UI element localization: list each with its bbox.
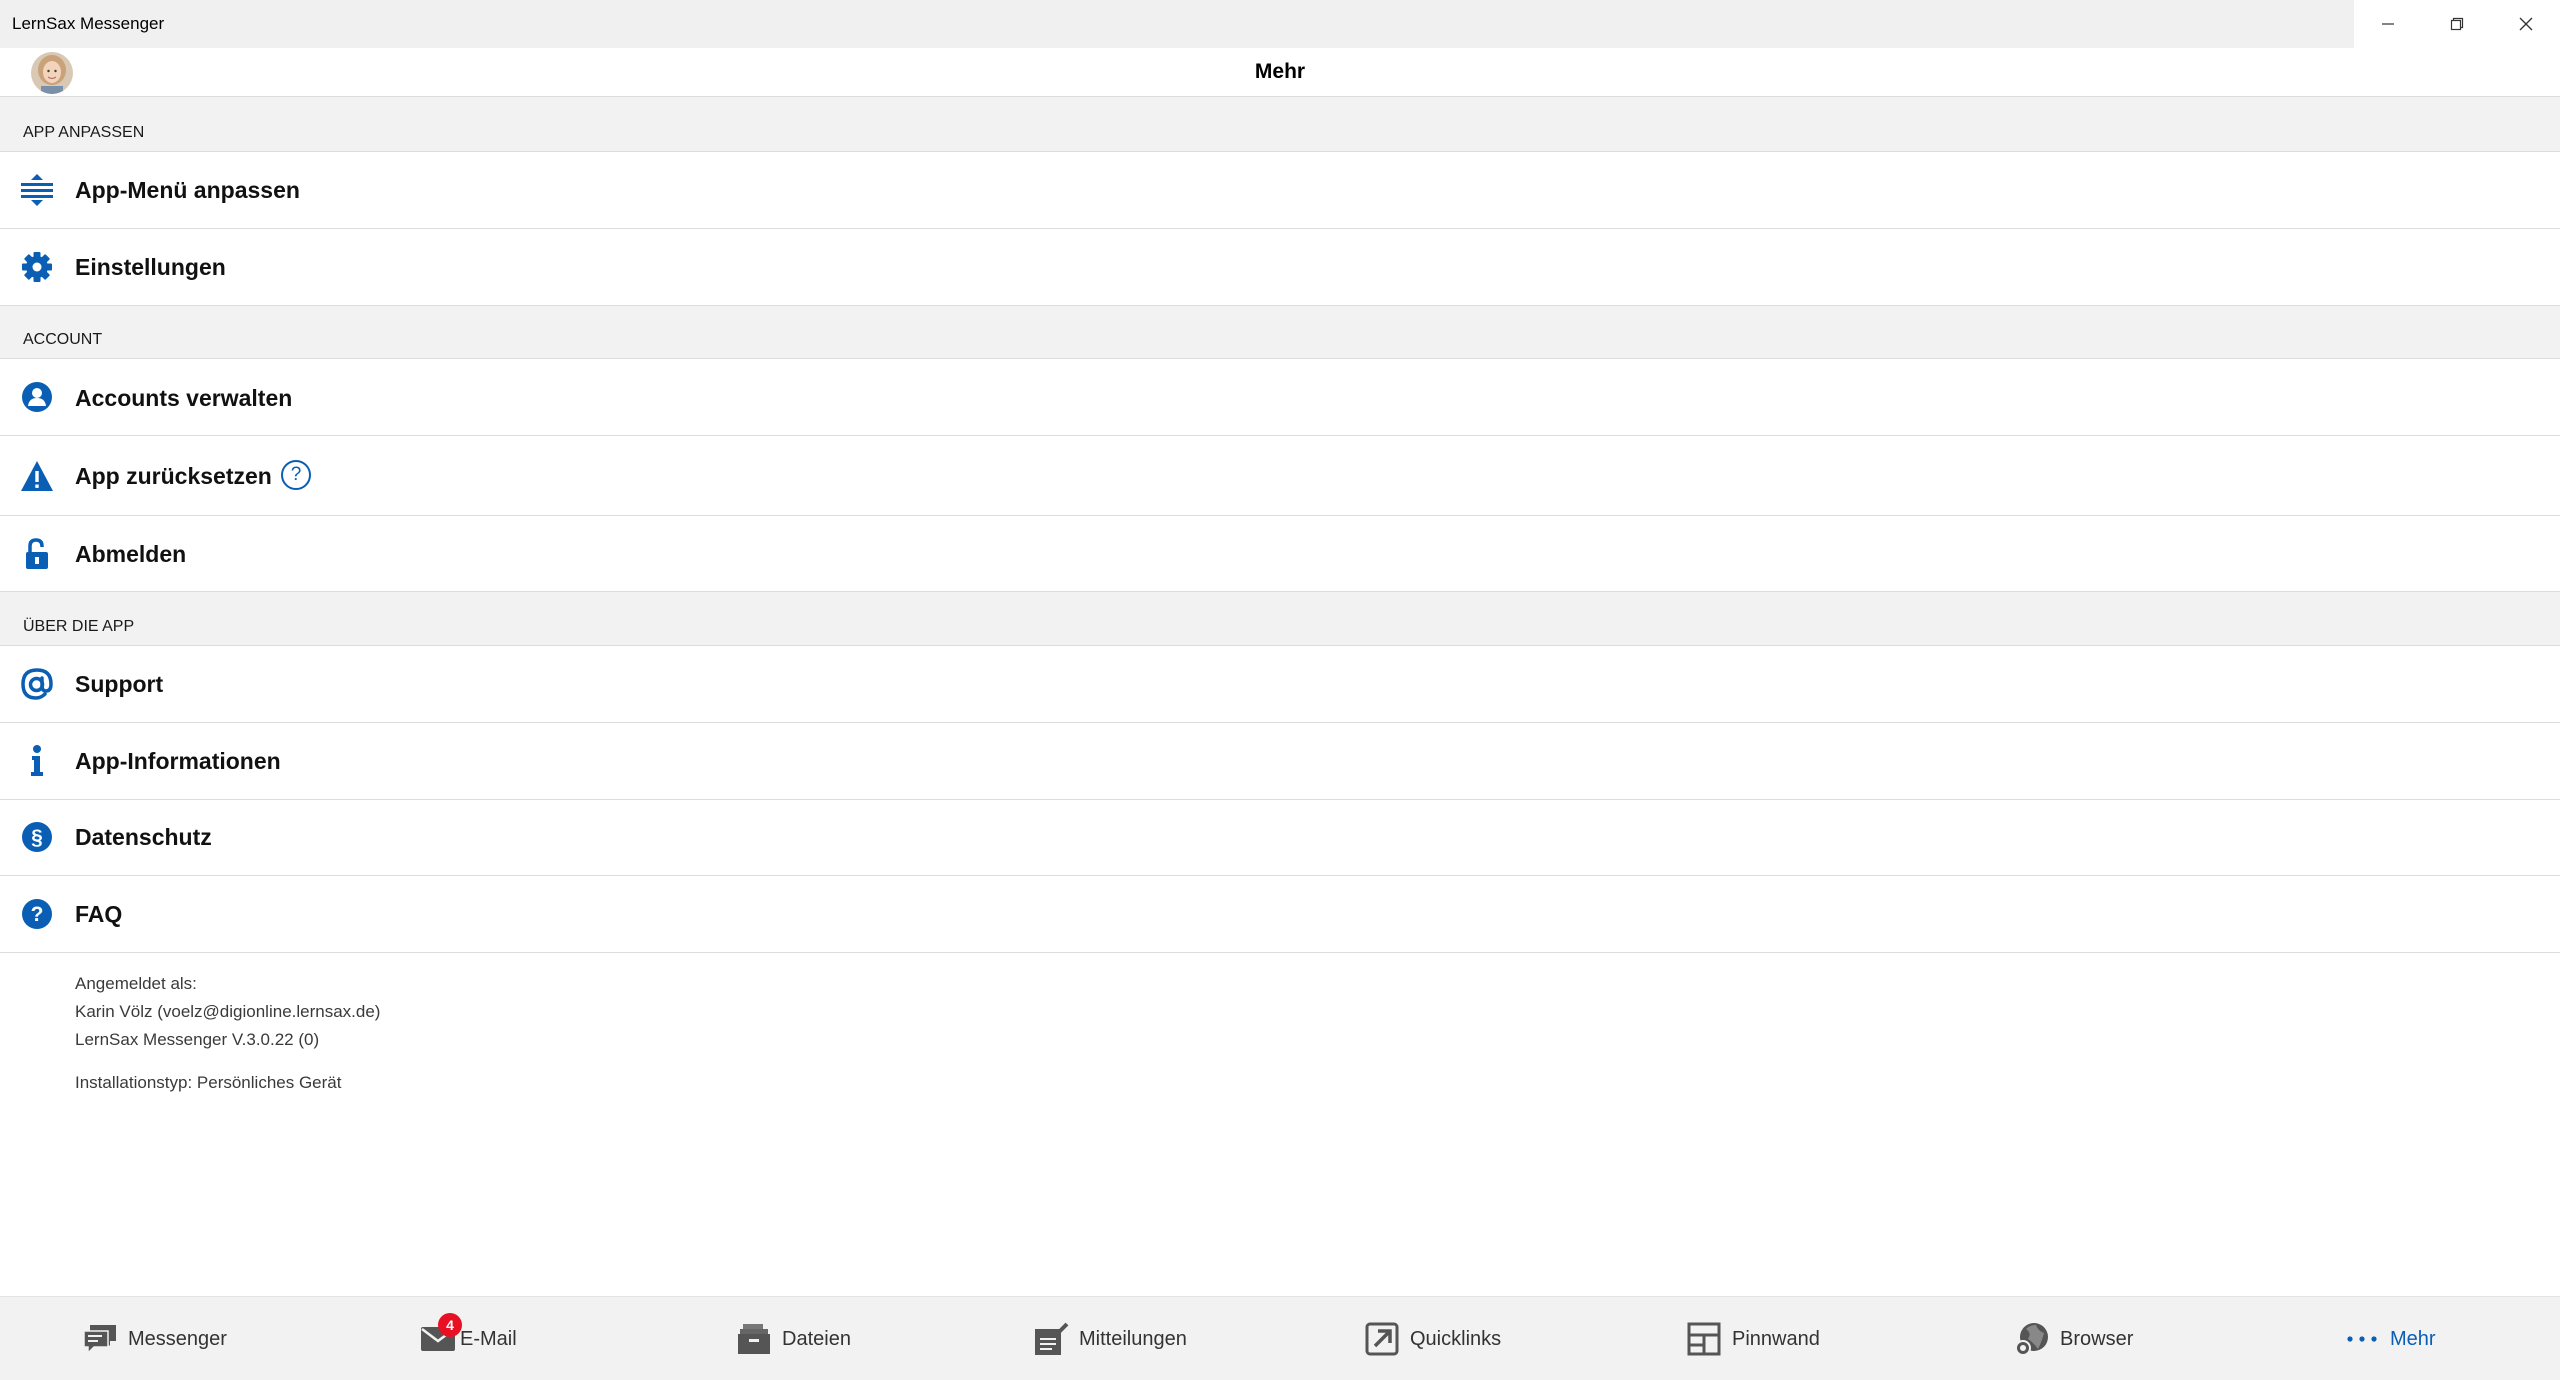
section-header-ueber-die-app: ÜBER DIE APP — [0, 592, 2560, 646]
nav-label: Mitteilungen — [1079, 1327, 1187, 1350]
nav-pinnwand[interactable]: Pinnwand — [1684, 1297, 1820, 1380]
menu-item-app-zuruecksetzen[interactable]: App zurücksetzen ? — [0, 436, 2560, 516]
notes-icon — [1031, 1319, 1071, 1359]
svg-text:?: ? — [31, 903, 44, 926]
question-icon: ? — [19, 896, 55, 932]
nav-quicklinks[interactable]: Quicklinks — [1362, 1297, 1501, 1380]
menu-item-label: App-Informationen — [75, 748, 281, 774]
person-icon — [19, 379, 55, 415]
nav-label: Messenger — [128, 1327, 227, 1350]
restore-button[interactable] — [2423, 0, 2492, 48]
bottom-navigation: Messenger 4 E-Mail Dateien Mitteilungen … — [0, 1296, 2560, 1380]
section-label: ÜBER DIE APP — [23, 618, 135, 635]
menu-item-support[interactable]: Support — [0, 646, 2560, 723]
menu-item-einstellungen[interactable]: Einstellungen — [0, 229, 2560, 306]
warning-icon — [19, 458, 55, 494]
board-icon — [1684, 1319, 1724, 1359]
nav-label: Quicklinks — [1410, 1327, 1502, 1350]
mail-icon: 4 — [418, 1313, 462, 1359]
menu-item-label: Accounts verwalten — [75, 385, 293, 411]
menu-item-label: Einstellungen — [75, 254, 226, 280]
menu-item-datenschutz[interactable]: § Datenschutz — [0, 800, 2560, 876]
menu-item-label: FAQ — [75, 901, 123, 927]
nav-label: Mehr — [2390, 1327, 2436, 1350]
nav-label: Dateien — [782, 1327, 851, 1350]
menu-item-label: Abmelden — [75, 541, 187, 567]
info-icon — [19, 743, 55, 779]
section-label: ACCOUNT — [23, 331, 103, 348]
quicklink-icon — [1362, 1319, 1402, 1359]
version-info: LernSax Messenger V.3.0.22 (0) — [75, 1030, 320, 1049]
svg-text:§: § — [31, 826, 43, 849]
menu-item-accounts-verwalten[interactable]: Accounts verwalten — [0, 359, 2560, 436]
section-label: APP ANPASSEN — [23, 124, 145, 141]
menu-item-abmelden[interactable]: Abmelden — [0, 516, 2560, 592]
user-info: Karin Völz (voelz@digionline.lernsax.de) — [75, 1002, 381, 1021]
page-title: Mehr — [1254, 60, 1306, 83]
nav-label: Browser — [2060, 1327, 2134, 1350]
menu-item-app-menu[interactable]: App-Menü anpassen — [0, 152, 2560, 229]
at-icon — [19, 666, 55, 702]
help-button[interactable]: ? — [281, 460, 311, 490]
close-icon — [2519, 17, 2533, 31]
menu-item-faq[interactable]: ? FAQ — [0, 876, 2560, 953]
menu-item-label: App-Menü anpassen — [75, 177, 300, 203]
gear-icon — [19, 249, 55, 285]
page-header: Mehr — [0, 48, 2560, 97]
unlock-icon — [19, 536, 55, 572]
nav-label: Pinnwand — [1732, 1327, 1820, 1350]
nav-label: E-Mail — [460, 1327, 517, 1350]
more-icon — [2342, 1319, 2382, 1359]
restore-icon — [2450, 17, 2464, 31]
files-icon — [734, 1319, 774, 1359]
title-bar: LernSax Messenger — [0, 0, 2560, 48]
menu-item-app-informationen[interactable]: App-Informationen — [0, 723, 2560, 800]
nav-browser[interactable]: Browser — [2012, 1297, 2133, 1380]
chat-icon — [80, 1319, 120, 1359]
paragraph-icon: § — [19, 819, 55, 855]
menu-item-label: Datenschutz — [75, 824, 212, 850]
unread-badge: 4 — [438, 1313, 462, 1337]
menu-item-label: App zurücksetzen — [75, 463, 272, 489]
nav-email[interactable]: 4 E-Mail — [418, 1297, 517, 1380]
reorder-icon — [19, 172, 55, 208]
nav-mehr[interactable]: Mehr — [2342, 1297, 2436, 1380]
close-button[interactable] — [2491, 0, 2560, 48]
window-controls — [2354, 0, 2560, 48]
nav-mitteilungen[interactable]: Mitteilungen — [1031, 1297, 1187, 1380]
logged-in-label: Angemeldet als: — [75, 974, 197, 993]
minimize-button[interactable] — [2354, 0, 2423, 48]
nav-dateien[interactable]: Dateien — [734, 1297, 851, 1380]
section-header-account: ACCOUNT — [0, 306, 2560, 359]
install-type: Installationstyp: Persönliches Gerät — [75, 1073, 342, 1092]
window-title: LernSax Messenger — [12, 14, 165, 33]
section-header-app-anpassen: APP ANPASSEN — [0, 97, 2560, 152]
minimize-icon — [2382, 23, 2395, 25]
globe-icon — [2012, 1319, 2052, 1359]
menu-item-label: Support — [75, 671, 164, 697]
nav-messenger[interactable]: Messenger — [80, 1297, 227, 1380]
